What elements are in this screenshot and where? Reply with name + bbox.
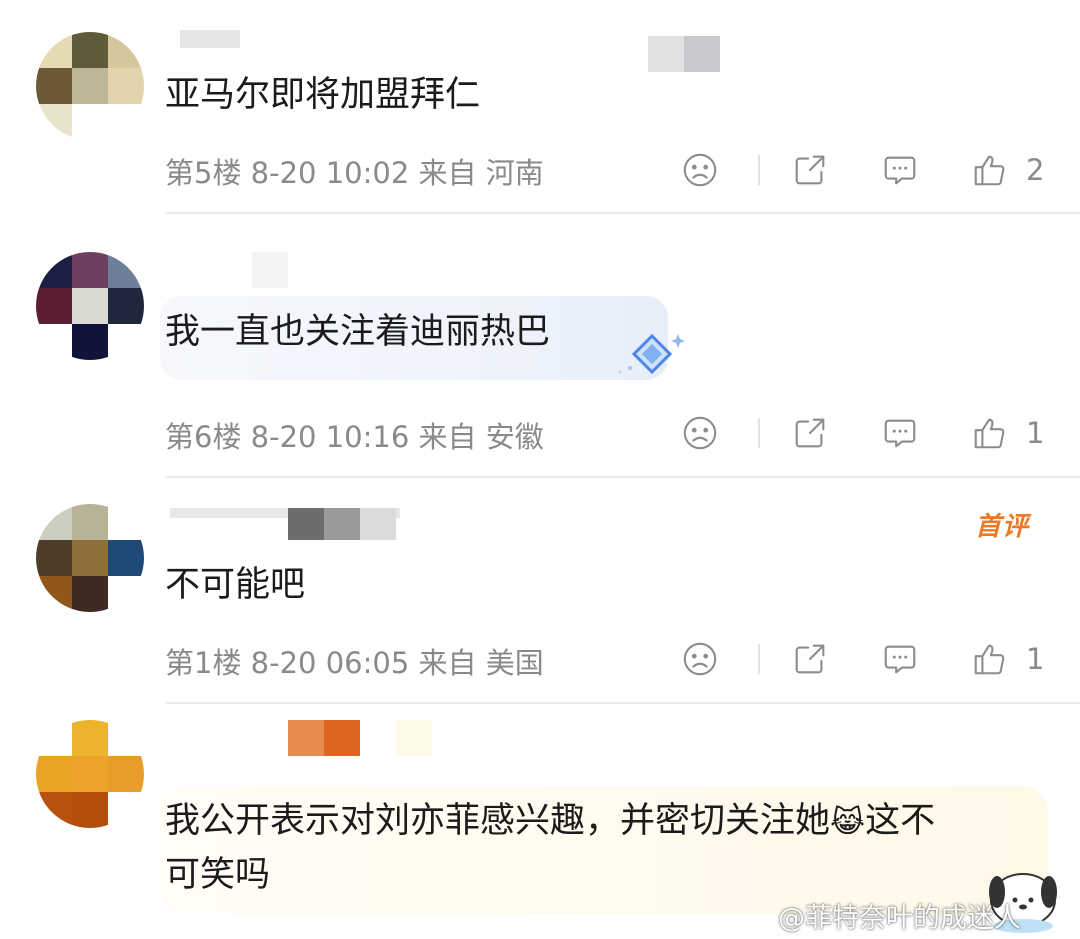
redacted-block [324,720,360,756]
avatar-pixel [36,792,72,828]
avatar-pixel [72,792,108,828]
comment-text-line2: 可笑吗 [165,855,271,895]
comment-text: 我公开表示对刘亦菲感兴趣，并密切关注她😹这不 [165,796,935,848]
username-blurred[interactable] [396,720,432,756]
avatar-pixel [36,756,72,792]
avatar[interactable] [36,720,144,828]
redacted-block [288,720,324,756]
comment-text-line1: 我公开表示对刘亦菲感兴趣，并密切关注她 [165,801,831,841]
avatar-pixel [36,720,72,756]
avatar-pixel [108,792,144,828]
comment-text-line1-end: 这不 [865,801,936,841]
avatar-pixel [108,756,144,792]
avatar-pixel [108,720,144,756]
laugh-cry-emoji-icon: 😹 [830,805,866,840]
avatar-pixel [72,756,108,792]
weibo-watermark: @菲特奈叶的成迷人 [778,903,1021,934]
avatar-pixel [72,720,108,756]
comment-item-4: 我公开表示对刘亦菲感兴趣，并密切关注她😹这不 可笑吗 @菲特奈叶的成迷人 [0,0,1080,939]
